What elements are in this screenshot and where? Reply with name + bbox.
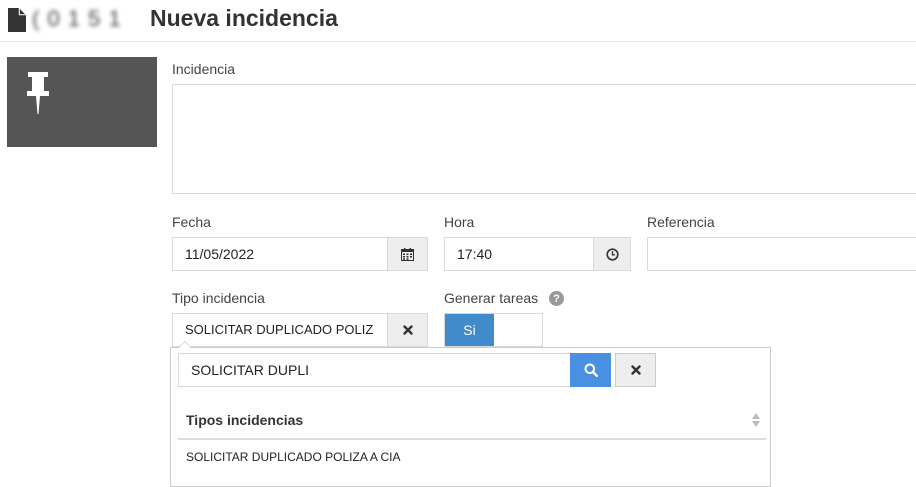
hora-label: Hora bbox=[444, 214, 475, 230]
hora-input[interactable]: 17:40 bbox=[444, 237, 594, 271]
reference-code: ( 0 1 5 1 bbox=[32, 6, 122, 31]
fecha-input[interactable]: 11/05/2022 bbox=[172, 237, 388, 271]
pin-panel bbox=[7, 57, 157, 147]
dropdown-search-button[interactable] bbox=[570, 353, 611, 387]
incidencia-textarea[interactable] bbox=[172, 84, 916, 194]
list-item[interactable]: SOLICITAR DUPLICADO POLIZA A CIA bbox=[186, 450, 401, 464]
tipo-incidencia-label: Tipo incidencia bbox=[172, 290, 265, 306]
incidencia-label: Incidencia bbox=[172, 61, 236, 77]
search-icon bbox=[584, 363, 598, 377]
referencia-label: Referencia bbox=[647, 214, 715, 230]
list-header-divider bbox=[178, 438, 766, 440]
tipo-clear-button[interactable] bbox=[387, 313, 428, 347]
calendar-button[interactable] bbox=[387, 237, 428, 271]
sort-icon[interactable] bbox=[751, 412, 761, 428]
page-title: Nueva incidencia bbox=[150, 5, 338, 31]
dropdown-search-input[interactable]: SOLICITAR DUPLI bbox=[178, 353, 571, 387]
toggle-on-label: Si bbox=[445, 314, 494, 346]
calendar-icon bbox=[401, 247, 414, 261]
fecha-label: Fecha bbox=[172, 214, 211, 230]
clock-icon bbox=[605, 247, 619, 261]
tipo-incidencia-select[interactable]: SOLICITAR DUPLICADO POLIZ bbox=[172, 313, 388, 347]
dropdown-clear-button[interactable] bbox=[615, 353, 656, 387]
pushpin-icon bbox=[27, 72, 49, 114]
close-icon bbox=[402, 325, 413, 335]
close-icon bbox=[630, 365, 641, 375]
list-header[interactable]: Tipos incidencias bbox=[186, 412, 303, 428]
referencia-input[interactable] bbox=[647, 237, 916, 271]
header-divider bbox=[0, 41, 916, 42]
dropdown-caret-inner bbox=[179, 342, 191, 348]
help-icon[interactable]: ? bbox=[549, 291, 564, 306]
document-icon bbox=[8, 8, 26, 32]
generar-tareas-label: Generar tareas bbox=[444, 290, 539, 306]
clock-button[interactable] bbox=[593, 237, 631, 271]
generar-tareas-toggle[interactable]: Si bbox=[444, 313, 543, 347]
